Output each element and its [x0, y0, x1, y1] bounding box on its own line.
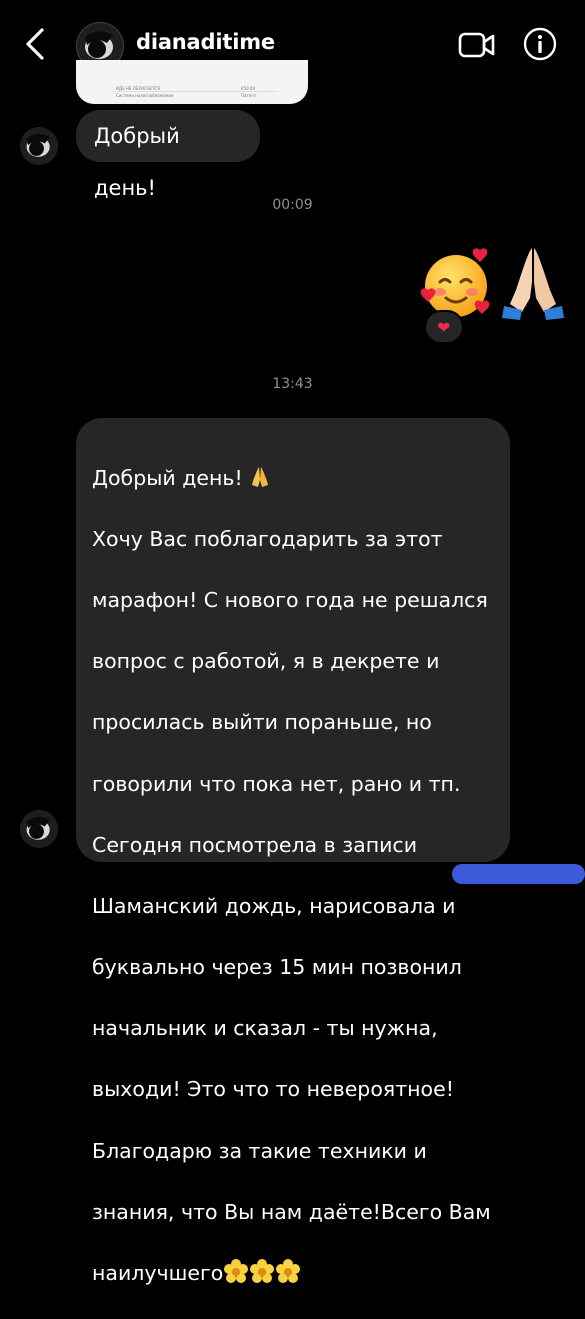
message-line: вопрос с работой, я в декрете и [92, 649, 440, 674]
message-line: Хочу Вас поблагодарить за этот [92, 526, 443, 551]
message-line: говорили что пока нет, рано и тп. [92, 771, 461, 796]
message-line: Сегодня посмотрела в записи [92, 832, 418, 857]
incoming-message-bubble[interactable]: Добрый день! [76, 110, 260, 200]
back-arrow-icon[interactable] [18, 24, 54, 64]
message-line: просилась выйти пораньше, но [92, 710, 432, 735]
incoming-message-bubble[interactable]: Добрый день! Хочу Вас поблагодарить за э… [76, 418, 510, 1285]
video-call-icon[interactable] [458, 30, 496, 60]
red-heart-icon: ❤ [437, 318, 451, 337]
message-line: знания, что Вы нам даёте!Всего Вам [92, 1199, 491, 1224]
sender-avatar[interactable] [20, 810, 58, 848]
attachment-divider [112, 91, 278, 92]
blossom-emoji-icon [250, 1259, 275, 1284]
message-line: Шаманский дождь, нарисовала и [92, 893, 456, 918]
blossom-emoji-icon [276, 1259, 301, 1284]
outgoing-message-bubble[interactable] [452, 864, 585, 884]
folded-hands-emoji-icon[interactable] [500, 242, 566, 322]
message-line: выходи! Это что то невероятное! [92, 1077, 454, 1102]
info-icon[interactable] [522, 26, 558, 62]
message-line: буквально через 15 мин позвонил [92, 955, 462, 980]
attachment-row-label: Система налогообложения [116, 93, 174, 98]
message-line: Добрый день! [92, 465, 243, 490]
timestamp: 00:09 [272, 197, 313, 213]
message-line: начальник и сказал - ты нужна, [92, 1016, 438, 1041]
folded-hands-emoji-icon [252, 466, 269, 487]
attachment-row-value: Патент [241, 93, 257, 98]
username[interactable]: dianaditime [136, 30, 275, 54]
message-line: Благодарю за такие техники и [92, 1138, 427, 1163]
sender-avatar[interactable] [20, 127, 58, 165]
blossom-emoji-icon [224, 1259, 249, 1284]
heart-reaction-badge[interactable]: ❤ [424, 310, 464, 344]
timestamp: 13:43 [272, 376, 313, 392]
message-line: наилучшего [92, 1261, 224, 1286]
previous-attachment-card[interactable]: ИДЕ НЕ ОБЛАГАЕТСЯ €50.00 Система налогоо… [76, 60, 308, 104]
message-line: марафон! С нового года не решался [92, 587, 488, 612]
